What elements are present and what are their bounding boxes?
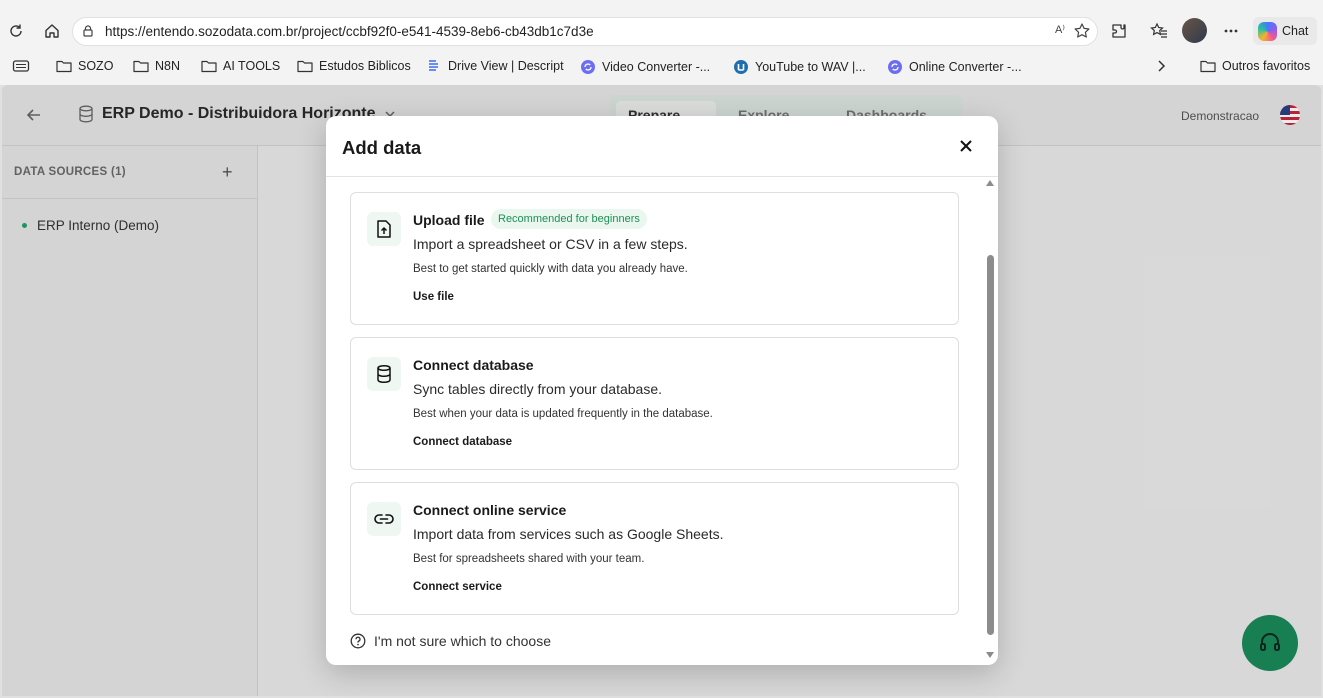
descript-icon — [429, 60, 438, 71]
bookmarks-bar: SOZO N8N AI TOOLS Estudos Biblicos Drive… — [0, 56, 1323, 78]
modal-divider — [326, 176, 998, 177]
scrollbar-thumb[interactable] — [987, 255, 994, 635]
browser-toolbar: https://entendo.sozodata.com.br/project/… — [0, 0, 1323, 62]
scroll-down-icon[interactable] — [986, 652, 994, 658]
favorites-icon[interactable] — [1144, 16, 1174, 46]
connect-service-link[interactable]: Connect service — [413, 581, 502, 593]
favorite-star-icon[interactable] — [1073, 22, 1091, 45]
scroll-up-icon[interactable] — [986, 180, 994, 186]
option-title: Connect database — [413, 357, 534, 373]
option-subtext: Best for spreadsheets shared with your t… — [413, 553, 645, 565]
bookmark-ai-tools[interactable]: AI TOOLS — [201, 59, 280, 73]
extensions-icon[interactable] — [1104, 16, 1134, 46]
help-choose-link[interactable]: I'm not sure which to choose — [350, 633, 551, 649]
option-connect-database[interactable]: Connect database Sync tables directly fr… — [350, 337, 959, 470]
folder-icon — [56, 60, 72, 73]
question-circle-icon — [350, 633, 366, 649]
bookmark-sozo[interactable]: SOZO — [56, 59, 113, 73]
option-upload-file[interactable]: Upload file Recommended for beginners Im… — [350, 192, 959, 325]
bookmark-label: YouTube to WAV |... — [755, 60, 866, 74]
bookmark-label: SOZO — [78, 59, 114, 73]
help-choose-label: I'm not sure which to choose — [374, 633, 551, 649]
bookmark-label: Outros favoritos — [1222, 59, 1311, 73]
connect-database-link[interactable]: Connect database — [413, 436, 512, 448]
bookmarks-overflow-chevron-icon[interactable] — [1155, 59, 1173, 73]
use-file-link[interactable]: Use file — [413, 291, 454, 303]
profile-avatar[interactable] — [1182, 18, 1207, 43]
bookmark-youtube-wav[interactable]: YouTube to WAV |... — [733, 59, 866, 75]
bookmark-estudos-biblicos[interactable]: Estudos Biblicos — [297, 59, 411, 73]
option-description: Sync tables directly from your database. — [413, 381, 663, 397]
chat-label: Chat — [1282, 24, 1309, 38]
file-upload-icon — [367, 212, 401, 246]
folder-icon — [297, 60, 313, 73]
option-description: Import data from services such as Google… — [413, 526, 724, 542]
option-subtext: Best to get started quickly with data yo… — [413, 263, 688, 275]
folder-icon — [201, 60, 217, 73]
folder-icon — [133, 60, 149, 73]
bookmark-online-converter[interactable]: Online Converter -... — [887, 59, 1022, 75]
bookmark-label: Estudos Biblicos — [319, 59, 411, 73]
bookmark-label: N8N — [155, 59, 181, 73]
refresh-icon[interactable] — [1, 16, 31, 46]
read-aloud-icon[interactable]: A⁾ — [1055, 23, 1065, 36]
recommended-badge: Recommended for beginners — [491, 209, 647, 229]
url-text[interactable]: https://entendo.sozodata.com.br/project/… — [105, 24, 594, 39]
close-icon[interactable] — [956, 136, 976, 161]
add-data-modal: Add data Upload file Recommended for beg… — [326, 116, 998, 665]
option-description: Import a spreadsheet or CSV in a few ste… — [413, 236, 688, 252]
option-connect-online-service[interactable]: Connect online service Import data from … — [350, 482, 959, 615]
more-menu-icon[interactable] — [1216, 16, 1246, 46]
converter-icon — [888, 60, 902, 74]
collections-icon[interactable] — [12, 59, 36, 73]
bookmark-label: Video Converter -... — [602, 60, 711, 74]
bookmark-outros-favoritos[interactable]: Outros favoritos — [1200, 59, 1310, 73]
site-info-icon[interactable] — [81, 24, 95, 43]
bookmark-label: Drive View | Descript — [448, 59, 564, 73]
option-subtext: Best when your data is updated frequentl… — [413, 408, 713, 420]
bookmark-descript[interactable]: Drive View | Descript — [426, 59, 564, 73]
converter-icon — [581, 60, 595, 74]
option-title: Upload file — [413, 212, 485, 228]
bookmark-video-converter[interactable]: Video Converter -... — [580, 59, 710, 75]
home-icon[interactable] — [37, 16, 67, 46]
option-title: Connect online service — [413, 502, 567, 518]
address-bar[interactable]: https://entendo.sozodata.com.br/project/… — [72, 17, 1098, 46]
link-icon — [367, 502, 401, 536]
modal-title: Add data — [342, 137, 422, 158]
bookmark-label: AI TOOLS — [223, 59, 281, 73]
database-icon — [367, 357, 401, 391]
bookmark-label: Online Converter -... — [909, 60, 1022, 74]
copilot-chat-button[interactable]: Chat — [1253, 17, 1317, 45]
folder-icon — [1200, 60, 1216, 73]
modal-scrollbar[interactable] — [985, 178, 996, 665]
copilot-icon — [1258, 22, 1277, 41]
bookmark-n8n[interactable]: N8N — [133, 59, 180, 73]
youtube-wav-icon — [734, 60, 748, 74]
